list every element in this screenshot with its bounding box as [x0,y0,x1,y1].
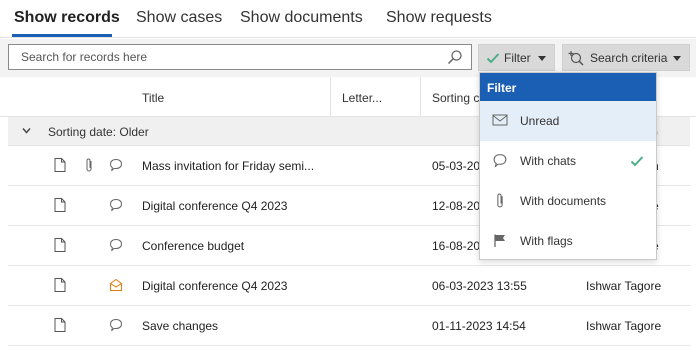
tab-show-cases[interactable]: Show cases [136,9,222,27]
row-date: 12-08-20 [432,199,481,213]
chevron-down-icon [538,56,546,61]
tab-show-documents[interactable]: Show documents [240,9,363,27]
filter-button[interactable]: Filter [478,44,555,71]
filter-option-with-flags[interactable]: With flags [480,221,656,261]
column-divider[interactable] [330,77,331,117]
search-criteria-label: Search criteria [590,50,668,65]
filter-option-with-documents[interactable]: With documents [480,181,656,221]
row-date: 16-08-20 [432,239,481,253]
column-divider[interactable] [420,77,421,117]
active-tab-indicator [12,34,112,37]
search-input[interactable] [9,45,439,69]
filter-option-with-chats[interactable]: With chats [480,141,656,181]
document-icon [54,198,66,212]
attachment-icon [86,158,92,172]
table-row[interactable]: Save changes 01-11-2023 14:54 Ishwar Tag… [8,306,690,346]
table-row[interactable]: Digital conference Q4 2023 06-03-2023 13… [8,266,690,306]
row-title: Mass invitation for Friday semi... [142,159,315,173]
check-icon [630,156,644,167]
filter-option-label: With chats [520,154,577,168]
column-header-letter[interactable]: Letter... [342,91,382,105]
chevron-down-icon[interactable] [22,126,31,135]
search-criteria-button[interactable]: Search criteria [562,44,690,71]
filter-option-label: With documents [520,194,607,208]
filter-option-unread[interactable]: Unread [480,101,656,141]
search-box [8,44,472,70]
envelope-icon [492,114,508,126]
filter-dropdown-header: Filter [480,73,656,101]
unread-mail-icon [110,278,122,291]
attachment-icon [497,193,503,208]
row-person: Ishwar Tagore [586,319,662,333]
document-icon [54,318,66,332]
filter-dropdown: Filter Unread With chats With documents … [479,72,657,260]
column-header-sorting[interactable]: Sorting c [432,91,479,105]
row-title: Digital conference Q4 2023 [142,199,288,213]
row-title: Save changes [142,319,219,333]
row-title: Digital conference Q4 2023 [142,279,288,293]
row-person: Ishwar Tagore [586,279,662,293]
row-title: Conference budget [142,239,245,253]
group-label: Sorting date: Older [48,125,149,139]
check-icon [486,52,500,63]
chat-icon [109,318,123,332]
search-criteria-icon [568,50,584,66]
tab-show-records[interactable]: Show records [14,9,120,27]
chat-icon [109,238,123,252]
tab-show-requests[interactable]: Show requests [386,9,492,27]
filter-option-label: Unread [520,114,560,128]
row-date: 05-03-20 [432,159,481,173]
row-date: 01-11-2023 14:54 [432,319,526,333]
filter-option-label: With flags [520,234,573,248]
column-header-title[interactable]: Title [142,91,164,105]
document-icon [54,238,66,252]
document-icon [54,278,66,292]
row-date: 06-03-2023 13:55 [432,279,527,293]
flag-icon [494,234,505,247]
chevron-down-icon [673,56,681,61]
chat-icon [493,154,507,168]
chat-icon [109,158,123,172]
filter-button-label: Filter [504,50,531,65]
search-icon[interactable] [447,49,463,65]
tab-bar: Show records Show cases Show documents S… [0,0,696,38]
chat-icon [109,198,123,212]
document-icon [54,158,66,172]
